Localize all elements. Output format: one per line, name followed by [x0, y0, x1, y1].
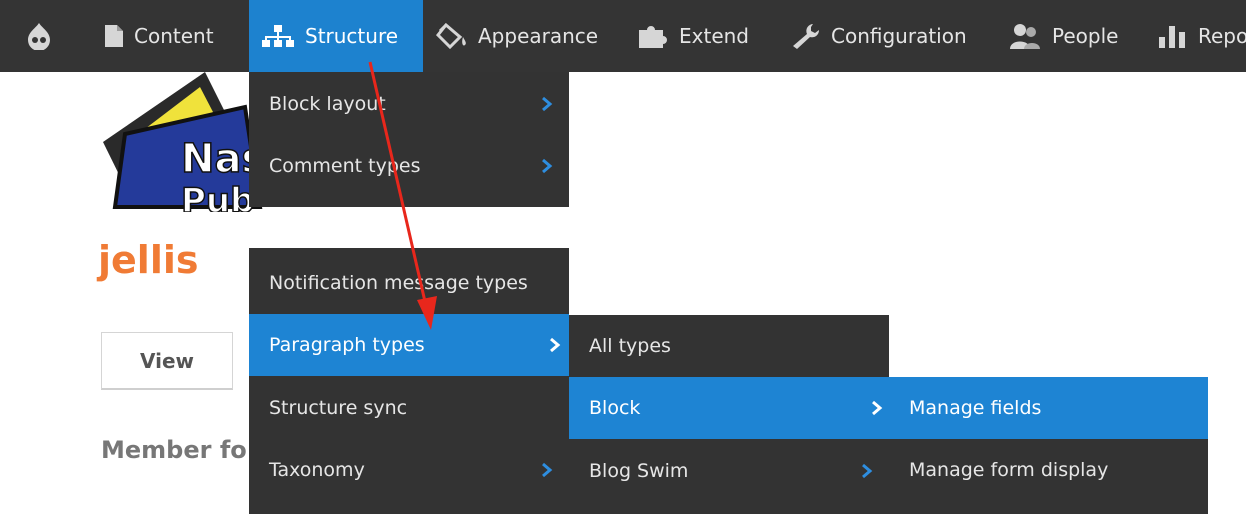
admin-toolbar: Content Structure Appearance Extend Conf… — [0, 0, 1246, 72]
menu-item-paragraph-types[interactable]: Paragraph types — [249, 314, 569, 376]
toolbar-configuration[interactable]: Configuration — [789, 0, 967, 72]
menu-item-all-types[interactable]: All types — [569, 315, 889, 377]
sitemap-icon — [262, 25, 294, 47]
toolbar-people[interactable]: People — [1008, 0, 1118, 72]
menu-item-block[interactable]: Block — [569, 377, 889, 439]
chevron-right-icon — [550, 337, 561, 353]
toolbar-label-reports: Repo — [1198, 24, 1246, 48]
menu-item-block-layout[interactable]: Block layout — [249, 73, 569, 135]
toolbar-home[interactable] — [26, 0, 66, 72]
menu-item-manage-form-display[interactable]: Manage form display — [889, 439, 1208, 501]
paint-bucket-icon — [436, 23, 466, 49]
menu-item-comment-types[interactable]: Comment types — [249, 135, 569, 197]
page-title: jellis — [98, 238, 199, 282]
bar-chart-icon — [1159, 26, 1185, 48]
page-icon — [105, 25, 123, 47]
chevron-right-icon — [542, 462, 553, 478]
toolbar-label-extend: Extend — [679, 24, 749, 48]
menu-item-manage-fields[interactable]: Manage fields — [889, 377, 1208, 439]
toolbar-label-content: Content — [134, 24, 214, 48]
svg-text:Pub: Pub — [181, 181, 254, 212]
menu-item-notification-message-types[interactable]: Notification message types — [249, 252, 569, 314]
toolbar-label-people: People — [1052, 24, 1119, 48]
puzzle-icon — [639, 26, 667, 48]
menu-item-structure-sync[interactable]: Structure sync — [249, 377, 569, 439]
toolbar-reports[interactable]: Repo — [1158, 0, 1246, 72]
paragraph-types-submenu: All types Block Blog Swim — [569, 315, 889, 514]
menu-item-blog-swim[interactable]: Blog Swim — [569, 440, 889, 502]
toolbar-structure[interactable]: Structure — [249, 0, 423, 72]
toolbar-appearance[interactable]: Appearance — [436, 0, 598, 72]
toolbar-extend[interactable]: Extend — [637, 0, 749, 72]
site-logo: Nas Pub — [103, 72, 266, 212]
chevron-right-icon — [542, 158, 553, 174]
block-submenu: Manage fields Manage form display — [889, 377, 1208, 514]
people-icon — [1010, 24, 1040, 49]
wrench-icon — [793, 24, 820, 49]
chevron-right-icon — [862, 463, 873, 479]
menu-item-taxonomy[interactable]: Taxonomy — [249, 439, 569, 501]
toolbar-label-structure: Structure — [305, 24, 399, 48]
drupal-drop-icon — [28, 23, 50, 50]
chevron-right-icon — [542, 96, 553, 112]
structure-menu-bottom: Notification message types Paragraph typ… — [249, 248, 569, 514]
structure-menu-top: Block layout Comment types — [249, 72, 569, 207]
toolbar-label-configuration: Configuration — [831, 24, 967, 48]
toolbar-label-appearance: Appearance — [478, 24, 599, 48]
tab-view[interactable]: View — [101, 332, 233, 390]
chevron-right-icon — [872, 400, 883, 416]
tab-view-label: View — [139, 348, 195, 373]
toolbar-content[interactable]: Content — [104, 0, 214, 72]
member-for-label: Member fo — [101, 436, 247, 464]
